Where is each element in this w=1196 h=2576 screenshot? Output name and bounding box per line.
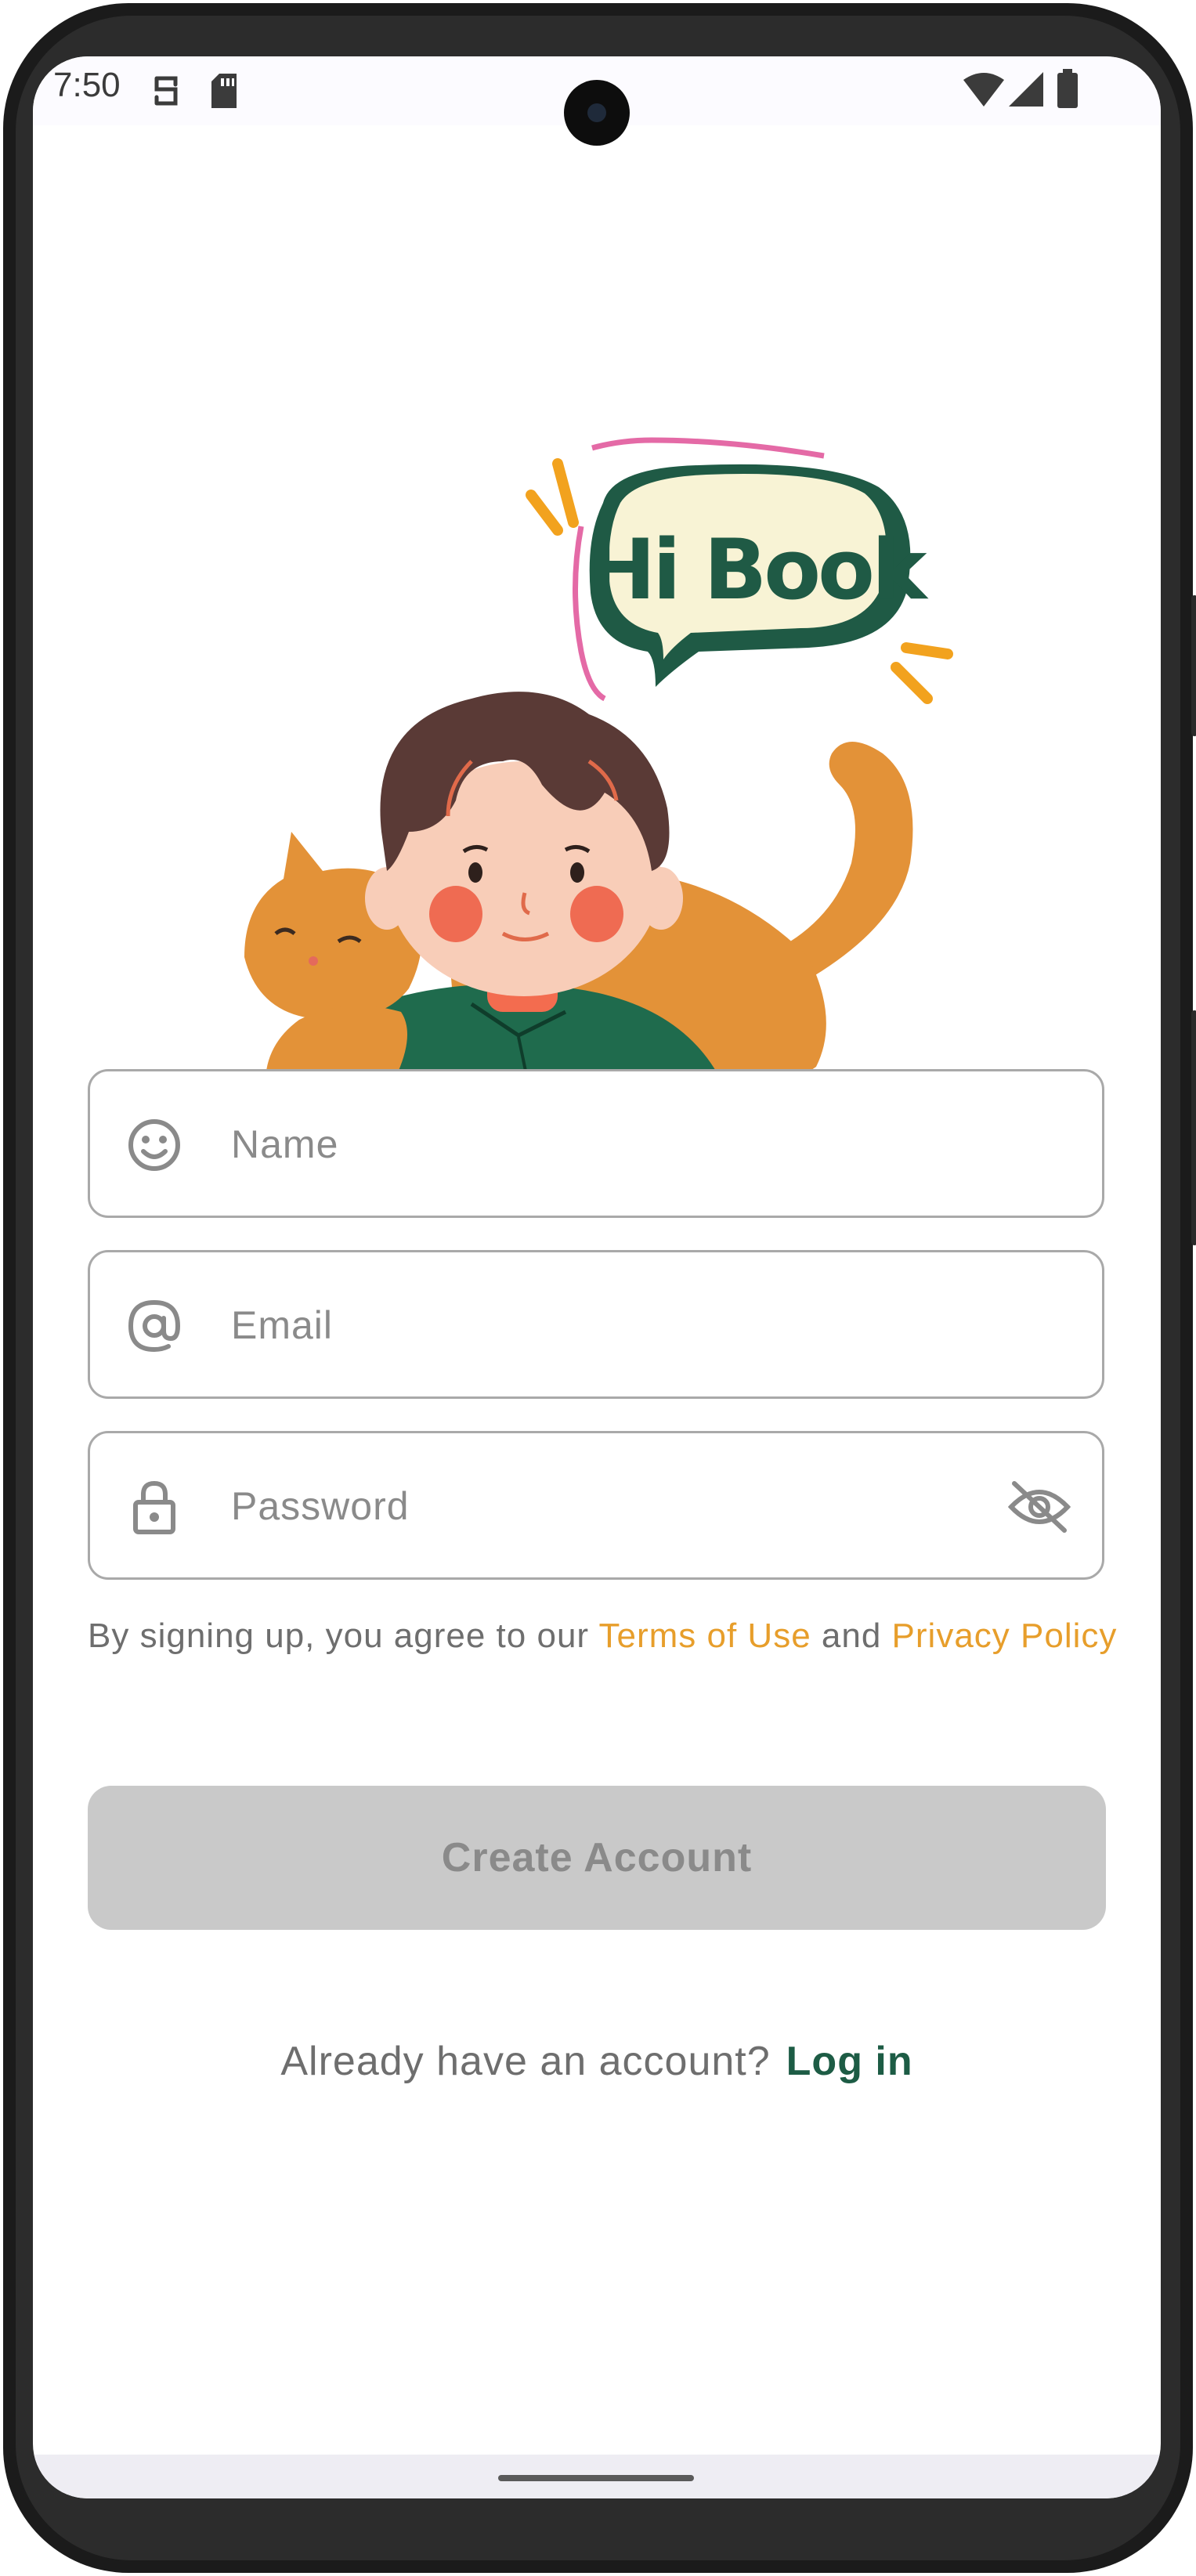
pink-accent-line [591,437,825,459]
sd-card-icon [211,74,237,108]
terms-middle: and [811,1617,892,1655]
terms-prefix: By signing up, you agree to our [88,1617,599,1655]
email-field[interactable] [88,1250,1104,1399]
status-time: 7:50 [53,66,121,104]
status-bar: 7:50 [33,56,1161,146]
speech-bubble-text: Hi Book [587,522,929,618]
vpn-key-icon [154,76,178,106]
lock-icon [133,1480,175,1534]
login-prompt: Already have an account? [280,2039,771,2084]
name-input[interactable] [229,1071,938,1217]
login-row: Already have an account? Log in [33,2038,1161,2085]
power-button [1191,595,1196,736]
hero-illustration: Hi Book [244,437,953,1125]
email-input[interactable] [229,1252,938,1398]
login-link[interactable]: Log in [786,2039,913,2084]
front-camera [564,80,630,146]
wifi-icon [963,73,1004,107]
eye-off-icon[interactable] [1008,1479,1071,1535]
speech-bubble: Hi Book [587,464,932,687]
password-field[interactable] [88,1431,1104,1580]
at-sign-icon [128,1299,181,1353]
create-account-button[interactable]: Create Account [88,1786,1106,1930]
battery-icon [1057,69,1078,108]
password-input[interactable] [229,1433,938,1579]
name-field[interactable] [88,1069,1104,1218]
privacy-policy-link[interactable]: Privacy Policy [892,1617,1118,1655]
terms-text: By signing up, you agree to our Terms of… [88,1603,1122,1669]
volume-button [1191,1010,1196,1245]
home-gesture-handle[interactable] [498,2475,694,2481]
smiley-icon [128,1119,180,1171]
phone-frame: 7:50 Hi Book Name Email By signing up, y… [0,0,1196,2576]
terms-of-use-link[interactable]: Terms of Use [599,1617,811,1655]
screen: 7:50 Hi Book Name Email By signing up, y… [33,56,1161,2498]
signal-icon [1009,72,1043,107]
